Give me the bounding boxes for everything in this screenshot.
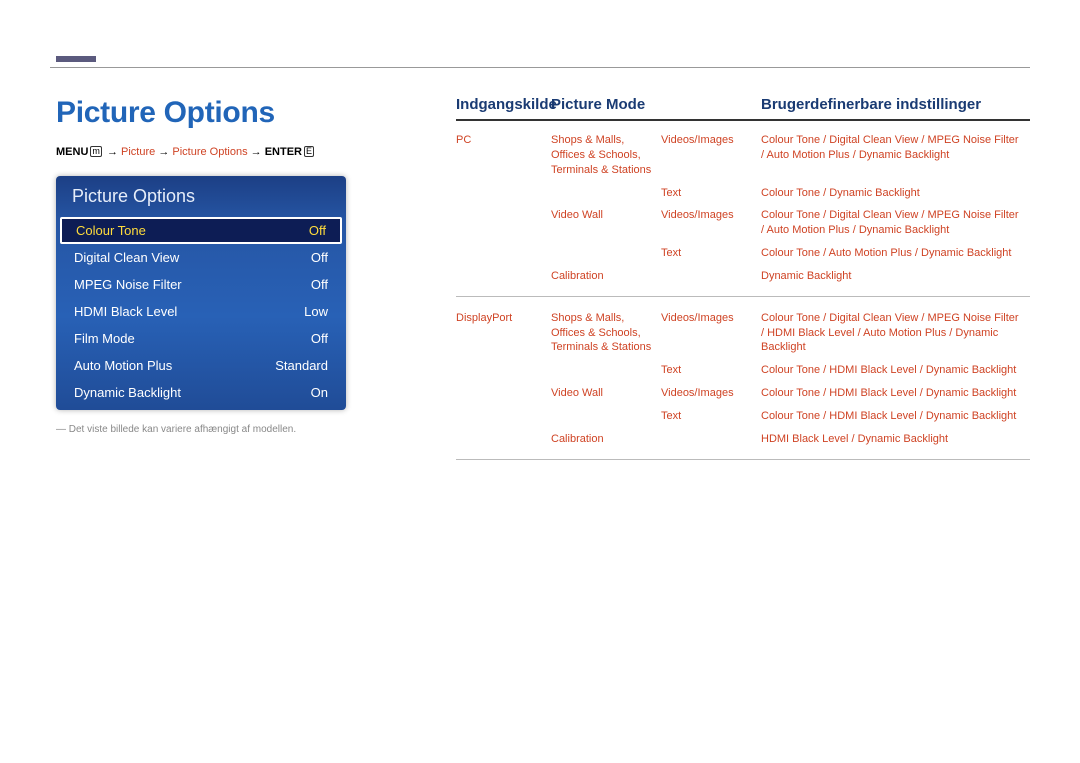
table-row: TextColour Tone / HDMI Black Level / Dyn… [456,359,1030,382]
menu-row[interactable]: HDMI Black Level Low [56,298,346,325]
cell-source [456,246,551,261]
cell-mode2: Videos/Images [661,386,761,401]
header-accent-bar [56,56,96,62]
table-row: PCShops & Malls, Offices & Schools, Term… [456,129,1030,182]
table-header-mode: Picture Mode [551,96,761,113]
cell-settings: Colour Tone / Digital Clean View / MPEG … [761,311,1030,356]
cell-mode2: Videos/Images [661,133,761,178]
cell-source [456,432,551,447]
menu-row[interactable]: MPEG Noise Filter Off [56,271,346,298]
menu-row-label: Colour Tone [76,223,146,238]
menu-row-value: Off [309,223,326,238]
cell-settings: Colour Tone / Digital Clean View / MPEG … [761,208,1030,238]
cell-mode2 [661,269,761,284]
cell-source [456,386,551,401]
cell-source [456,186,551,201]
menu-row-label: Digital Clean View [74,250,179,265]
table-section-rule [456,296,1030,297]
menu-row[interactable]: Dynamic Backlight On [56,379,346,410]
cell-settings: Colour Tone / Dynamic Backlight [761,186,1030,201]
breadcrumb-arrow: → [158,146,169,158]
menu-icon: m [90,146,102,157]
menu-row-label: Auto Motion Plus [74,358,172,373]
menu-row-value: Low [304,304,328,319]
cell-mode1: Video Wall [551,208,661,238]
cell-mode2 [661,432,761,447]
menu-row-label: HDMI Black Level [74,304,177,319]
breadcrumb-item: Picture [121,146,155,158]
table-row: TextColour Tone / Dynamic Backlight [456,182,1030,205]
breadcrumb-arrow: → [251,146,262,158]
cell-settings: Colour Tone / HDMI Black Level / Dynamic… [761,386,1030,401]
enter-icon: E [304,146,314,157]
menu-row-value: Standard [275,358,328,373]
menu-row-label: Dynamic Backlight [74,385,181,400]
cell-mode1: Calibration [551,432,661,447]
footnote: ― Det viste billede kan variere afhængig… [56,424,436,435]
menu-row-value: Off [311,250,328,265]
menu-row[interactable]: Colour Tone Off [60,217,342,244]
table-row: Video WallVideos/ImagesColour Tone / Dig… [456,204,1030,242]
cell-settings: Colour Tone / HDMI Black Level / Dynamic… [761,409,1030,424]
menu-row[interactable]: Auto Motion Plus Standard [56,352,346,379]
menu-row-label: Film Mode [74,331,135,346]
cell-mode1: Shops & Malls, Offices & Schools, Termin… [551,133,661,178]
cell-mode2: Text [661,246,761,261]
breadcrumb: MENUm → Picture → Picture Options → ENTE… [56,146,436,158]
cell-source [456,208,551,238]
cell-settings: Dynamic Backlight [761,269,1030,284]
table-header-row: Indgangskilde Picture Mode Brugerdefiner… [456,96,1030,121]
table-header-source: Indgangskilde [456,96,551,113]
breadcrumb-item: Picture Options [172,146,247,158]
table-row: Calibration Dynamic Backlight [456,265,1030,288]
breadcrumb-enter: ENTER [265,146,302,158]
cell-mode1: Shops & Malls, Offices & Schools, Termin… [551,311,661,356]
cell-mode1 [551,409,661,424]
menu-row-value: Off [311,277,328,292]
page-title: Picture Options [56,96,436,130]
cell-settings: Colour Tone / HDMI Black Level / Dynamic… [761,363,1030,378]
picture-options-panel: Picture Options Colour ToneOffDigital Cl… [56,176,346,410]
cell-source [456,269,551,284]
cell-mode1 [551,186,661,201]
cell-mode2: Text [661,363,761,378]
menu-row[interactable]: Film Mode Off [56,325,346,352]
table-row: DisplayPortShops & Malls, Offices & Scho… [456,307,1030,360]
menu-row-value: Off [311,331,328,346]
table-header-settings: Brugerdefinerbare indstillinger [761,96,1030,113]
cell-mode2: Videos/Images [661,311,761,356]
cell-mode1 [551,246,661,261]
menu-row-value: On [311,385,328,400]
header-rule [50,67,1030,68]
table-row: Calibration HDMI Black Level / Dynamic Ba… [456,428,1030,451]
breadcrumb-menu: MENU [56,146,88,158]
menu-row[interactable]: Digital Clean View Off [56,244,346,271]
cell-settings: Colour Tone / Auto Motion Plus / Dynamic… [761,246,1030,261]
table-row: TextColour Tone / Auto Motion Plus / Dyn… [456,242,1030,265]
cell-source [456,409,551,424]
cell-mode1 [551,363,661,378]
table-row: Video WallVideos/ImagesColour Tone / HDM… [456,382,1030,405]
cell-source: PC [456,133,551,178]
table-row: TextColour Tone / HDMI Black Level / Dyn… [456,405,1030,428]
cell-settings: HDMI Black Level / Dynamic Backlight [761,432,1030,447]
cell-mode1: Calibration [551,269,661,284]
cell-source: DisplayPort [456,311,551,356]
cell-mode2: Text [661,186,761,201]
menu-row-label: MPEG Noise Filter [74,277,182,292]
cell-source [456,363,551,378]
cell-mode2: Videos/Images [661,208,761,238]
table-section-rule [456,459,1030,460]
cell-mode1: Video Wall [551,386,661,401]
cell-settings: Colour Tone / Digital Clean View / MPEG … [761,133,1030,178]
panel-header: Picture Options [56,176,346,217]
cell-mode2: Text [661,409,761,424]
breadcrumb-arrow: → [107,146,118,158]
